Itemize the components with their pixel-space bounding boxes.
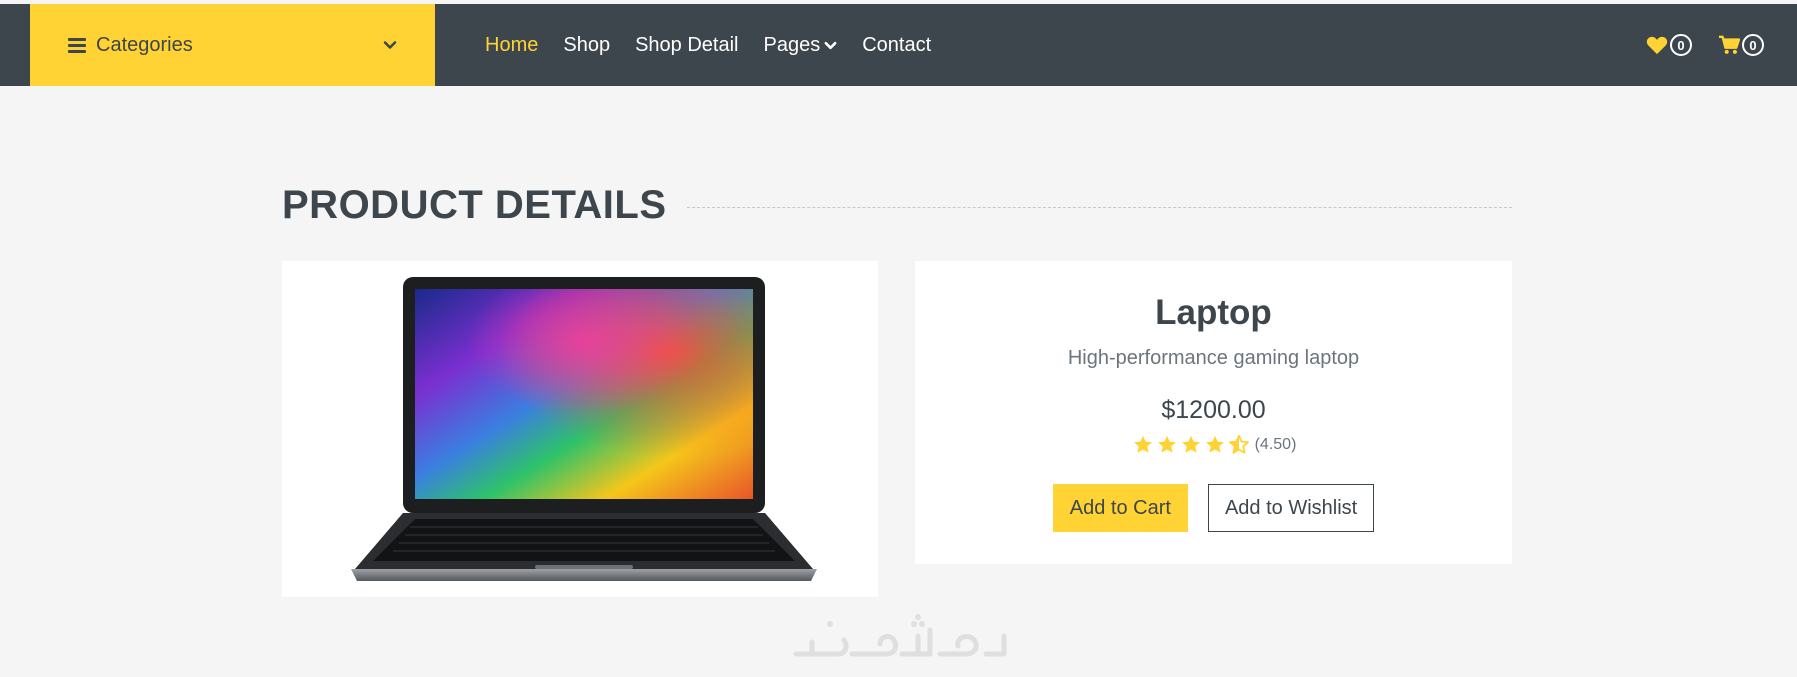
main-nav: Home Shop Shop Detail Pages Contact [485,4,956,86]
star-half-icon [1228,435,1249,454]
star-icon [1205,435,1224,453]
shopping-cart-icon [1719,35,1740,54]
categories-label: Categories [96,33,193,56]
header-icons: 0 0 [1620,4,1764,86]
nav-link-pages-label: Pages [763,33,821,56]
star-icon [1181,435,1200,453]
product-info-card: Laptop High-performance gaming laptop $1… [915,261,1512,564]
product-price: $1200.00 [1161,396,1266,424]
watermark-logo [793,614,1007,657]
heart-icon [1646,36,1668,55]
product-actions: Add to Cart Add to Wishlist [915,484,1512,532]
star-icon [1157,435,1176,453]
rating-score: (4.50) [1254,435,1297,453]
nav-link-shop-detail[interactable]: Shop Detail [635,34,738,57]
product-description: High-performance gaming laptop [1067,347,1360,369]
nav-link-home[interactable]: Home [485,34,538,57]
nav-link-contact[interactable]: Contact [862,34,931,57]
categories-dropdown[interactable]: Categories [30,4,435,86]
page-title: PRODUCT DETAILS [282,183,667,227]
nav-link-shop[interactable]: Shop [563,34,610,57]
product-rating: (4.50) [915,435,1512,454]
laptop-image [351,277,817,581]
add-to-cart-button[interactable]: Add to Cart [1052,484,1188,532]
product-name: Laptop [1155,293,1272,332]
wishlist-button[interactable]: 0 [1646,34,1692,56]
cart-count-badge: 0 [1742,34,1764,56]
section-divider [686,207,1512,208]
cart-button[interactable]: 0 [1718,34,1764,56]
star-icon [1133,435,1152,453]
top-navbar: Categories Home Shop Shop Detail Pages C… [0,4,1797,86]
nav-link-pages[interactable]: Pages [763,34,837,57]
add-to-wishlist-button[interactable]: Add to Wishlist [1207,484,1375,532]
section-header: PRODUCT DETAILS [282,183,1512,228]
bars-icon [68,37,86,53]
product-image-card [282,261,878,597]
chevron-down-icon [383,41,397,49]
chevron-down-icon [824,41,837,49]
wishlist-count-badge: 0 [1670,34,1692,56]
